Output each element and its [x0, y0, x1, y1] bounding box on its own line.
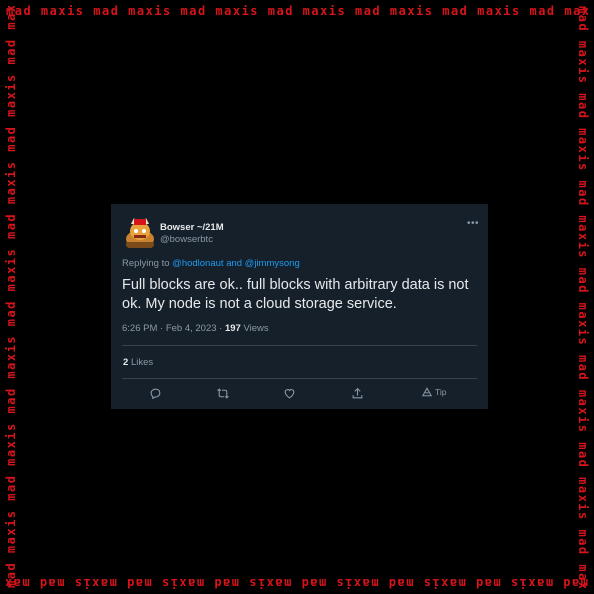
user-handle[interactable]: @bowserbtc	[160, 234, 213, 245]
frame-text-bottom: mad maxis mad maxis mad maxis mad maxis …	[6, 577, 588, 589]
replying-to-prefix: Replying to	[122, 258, 170, 269]
replying-to-mentions[interactable]: @hodlonaut and @jimmysong	[172, 258, 300, 269]
share-button[interactable]	[351, 387, 364, 400]
views-label: Views	[243, 323, 269, 334]
likes-label: Likes	[130, 357, 154, 368]
retweet-icon	[217, 388, 229, 399]
view-count: 197	[224, 323, 241, 334]
like-button[interactable]	[283, 387, 296, 400]
frame-text-left: mad maxis mad maxis mad maxis mad maxis …	[5, 6, 17, 588]
tip-label: Tip	[435, 387, 447, 397]
reply-button[interactable]	[149, 387, 162, 400]
tweet-card: Bowser ~/21M @bowserbtc ••• Replying to …	[111, 204, 488, 409]
divider	[122, 378, 477, 379]
divider	[122, 345, 477, 346]
replying-to-line: Replying to @hodlonaut and @jimmysong	[122, 258, 300, 269]
tweet-time-date[interactable]: 6:26 PM · Feb 4, 2023 ·	[122, 323, 222, 334]
frame-text-top: mad maxis mad maxis mad maxis mad maxis …	[6, 5, 588, 17]
tweet-text: Full blocks are ok.. full blocks with ar…	[122, 277, 469, 312]
retweet-button[interactable]	[216, 387, 230, 400]
share-icon	[352, 387, 363, 399]
like-count: 2	[123, 357, 129, 368]
avatar[interactable]	[121, 214, 159, 252]
reply-icon	[150, 388, 161, 400]
tip-button[interactable]: Tip	[422, 387, 447, 397]
tweet-meta: 6:26 PM · Feb 4, 2023 · 197 Views	[122, 323, 269, 334]
like-icon	[284, 389, 295, 399]
likes-count-link[interactable]: 2 Likes	[123, 357, 153, 368]
display-name[interactable]: Bowser ~/21M	[160, 222, 224, 233]
frame-text-right: mad maxis mad maxis mad maxis mad maxis …	[577, 6, 589, 588]
more-options-icon[interactable]: •••	[467, 218, 479, 229]
tip-icon	[422, 387, 432, 397]
